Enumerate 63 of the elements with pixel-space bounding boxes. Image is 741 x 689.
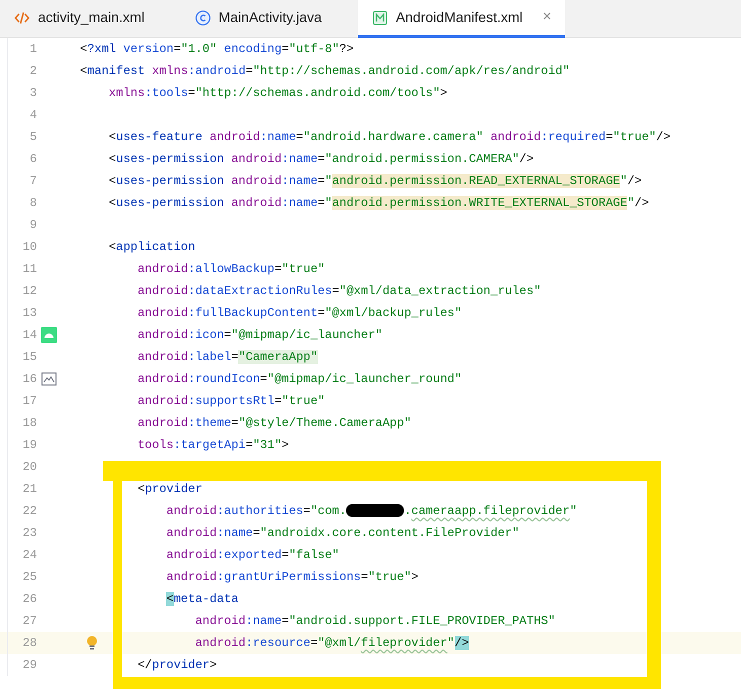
line-number: 2 — [28, 63, 37, 80]
code-line: <uses-feature android:name="android.hardware.camera" android:required="true"/> — [108, 129, 671, 146]
line-number: 1 — [28, 41, 37, 58]
code-line: <manifest xmlns:android="http://schemas.android.com/apk/res/android" — [80, 63, 570, 80]
line-number: 27 — [22, 613, 37, 630]
manifest-icon — [372, 10, 388, 26]
line-number: 3 — [28, 85, 37, 102]
line-number: 26 — [22, 591, 37, 608]
class-icon — [194, 10, 211, 26]
lightbulb-icon[interactable] — [85, 635, 99, 651]
line-number: 6 — [28, 151, 37, 168]
code-line: android:resource="@xml/fileprovider"/> — [195, 635, 469, 652]
code-line: android:exported="false" — [166, 547, 340, 564]
code-line: <application — [108, 239, 196, 256]
line-number: 5 — [28, 129, 37, 146]
line-number: 29 — [22, 657, 37, 674]
line-number: 25 — [22, 569, 37, 586]
code-line: <uses-permission android:name="android.permission.CAMERA"/> — [108, 151, 534, 168]
file-tab[interactable]: AndroidManifest.xml × — [358, 0, 566, 38]
line-number: 16 — [22, 371, 37, 388]
line-number: 10 — [22, 239, 37, 256]
file-tab[interactable]: activity_main.xml — [0, 0, 159, 38]
line-number: 17 — [22, 393, 37, 410]
code-line: <meta-data — [166, 591, 238, 608]
code-line: android:icon="@mipmap/ic_launcher" — [138, 327, 382, 344]
line-number: 8 — [28, 195, 37, 212]
code-line: android:theme="@style/Theme.CameraApp" — [138, 415, 412, 432]
code-line: <uses-permission android:name="android.permission.WRITE_EXTERNAL_STORAGE"/> — [108, 195, 649, 212]
line-number: 23 — [22, 525, 37, 542]
line-number: 18 — [22, 415, 37, 432]
code-line: android:roundIcon="@mipmap/ic_launcher_round" — [138, 371, 462, 388]
line-number: 7 — [28, 173, 37, 190]
line-number: 15 — [22, 349, 37, 366]
line-number: 14 — [22, 327, 37, 344]
code-line: android:authorities="com. .cameraapp.fileprovider" — [166, 503, 577, 520]
code-icon — [14, 10, 30, 26]
code-line: android:label="CameraApp" — [138, 349, 318, 366]
line-number: 20 — [22, 459, 37, 476]
code-line: <?xml version="1.0" encoding="utf-8"?> — [80, 41, 354, 58]
line-number: 22 — [22, 503, 37, 520]
close-button[interactable]: × — [542, 6, 552, 29]
line-number: 24 — [22, 547, 37, 564]
line-number: 12 — [22, 283, 37, 300]
code-line: android:supportsRtl="true" — [138, 393, 325, 410]
line-number: 13 — [22, 305, 37, 322]
code-line: <uses-permission android:name="android.permission.READ_EXTERNAL_STORAGE"/> — [108, 173, 642, 190]
line-number: 9 — [28, 217, 37, 234]
code-line: xmlns:tools="http://schemas.android.com/tools"> — [108, 85, 448, 102]
code-line: </provider> — [138, 657, 217, 674]
code-line: android:name="androidx.core.content.FileProvider" — [166, 525, 520, 542]
code-line: android:dataExtractionRules="@xml/data_extraction_rules" — [138, 283, 541, 300]
line-number: 11 — [22, 261, 37, 278]
code-line: android:grantUriPermissions="true"> — [166, 569, 418, 586]
code-line: android:allowBackup="true" — [138, 261, 325, 278]
code-line: android:name="android.support.FILE_PROVIDER_PATHS" — [195, 613, 556, 630]
code-line: android:fullBackupContent="@xml/backup_rules" — [138, 305, 462, 322]
file-tab[interactable]: MainActivity.java — [180, 0, 336, 38]
code-line: tools:targetApi="31"> — [138, 437, 289, 454]
line-number: 28 — [22, 635, 37, 652]
line-number: 4 — [28, 107, 37, 124]
code-line: <provider — [138, 481, 202, 498]
line-number: 19 — [22, 437, 37, 454]
line-number: 21 — [22, 481, 37, 498]
